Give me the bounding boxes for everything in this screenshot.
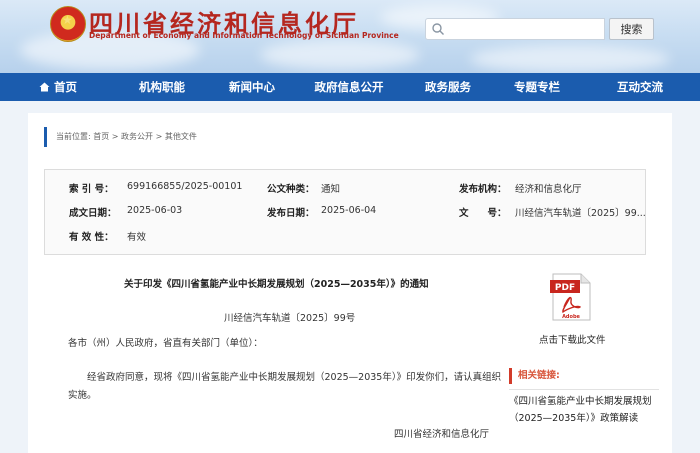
nav-item-home[interactable]: 首页 — [0, 73, 116, 101]
index-value: 699166855/2025-00101 — [127, 181, 243, 192]
download-file-link[interactable]: 点击下载此文件 — [539, 332, 606, 346]
published-date-label: 发布日期： — [267, 208, 315, 219]
document-title: 关于印发《四川省氢能产业中长期发展规划（2025—2035年）》的通知 — [124, 279, 429, 290]
doc-number-value: 川经信汽车轨道〔2025〕99... — [515, 208, 646, 219]
document-number: 川经信汽车轨道〔2025〕99号 — [224, 313, 356, 324]
document-signature: 四川省经济和信息化厅 — [394, 429, 490, 440]
document-body: 经省政府同意，现将《四川省氢能产业中长期发展规划（2025—2035年）》印发你… — [68, 372, 502, 401]
nav-item-interaction[interactable]: 互动交流 — [580, 73, 700, 101]
validity-value: 有效 — [127, 232, 147, 243]
publisher-value: 经济和信息化厅 — [515, 184, 582, 195]
content-panel: 当前位置: 首页 > 政务公开 > 其他文件 索 引 号： 699166855/… — [28, 113, 672, 453]
related-links-divider — [509, 389, 659, 390]
nav-item-topics[interactable]: 专题专栏 — [494, 73, 580, 101]
validity-label: 有 效 性： — [69, 232, 114, 243]
created-date-value: 2025-06-03 — [127, 205, 183, 216]
national-emblem-icon — [50, 6, 86, 42]
breadcrumb[interactable]: 当前位置: 首页 > 政务公开 > 其他文件 — [44, 127, 197, 147]
pdf-file-icon[interactable]: PDF Adobe — [550, 273, 592, 321]
home-icon — [39, 82, 50, 92]
created-date-label: 成文日期： — [69, 208, 117, 219]
nav-item-label: 首页 — [54, 80, 77, 94]
doc-type-value: 通知 — [321, 184, 341, 195]
search-input[interactable] — [425, 18, 605, 40]
nav-item-gov-info[interactable]: 政府信息公开 — [296, 73, 402, 101]
search-icon — [432, 23, 444, 35]
published-date-value: 2025-06-04 — [321, 205, 377, 216]
nav-item-news[interactable]: 新闻中心 — [208, 73, 296, 101]
related-links-heading: 相关链接: — [509, 368, 560, 384]
nav-item-gov-services[interactable]: 政务服务 — [402, 73, 494, 101]
site-header: 四川省经济和信息化厅 Department of Economy and Inf… — [0, 0, 700, 73]
doc-number-label: 文 号： — [459, 208, 507, 219]
pdf-brand-label: Adobe — [562, 314, 580, 320]
doc-type-label: 公文种类： — [267, 184, 315, 195]
site-subtitle: Department of Economy and Information Te… — [89, 31, 399, 40]
pdf-icon-label: PDF — [555, 283, 575, 293]
main-nav: 首页 机构职能 新闻中心 政府信息公开 政务服务 专题专栏 互动交流 — [0, 73, 700, 101]
publisher-label: 发布机构： — [459, 184, 507, 195]
nav-item-functions[interactable]: 机构职能 — [116, 73, 208, 101]
search-button[interactable]: 搜索 — [609, 18, 654, 40]
document-info-table: 索 引 号： 699166855/2025-00101 公文种类： 通知 发布机… — [44, 169, 646, 255]
document-addressee: 各市（州）人民政府，省直有关部门（单位）： — [68, 338, 263, 349]
index-label: 索 引 号： — [69, 184, 114, 195]
related-link-item[interactable]: 《四川省氢能产业中长期发展规划（2025—2035年）》政策解读 — [509, 393, 659, 427]
